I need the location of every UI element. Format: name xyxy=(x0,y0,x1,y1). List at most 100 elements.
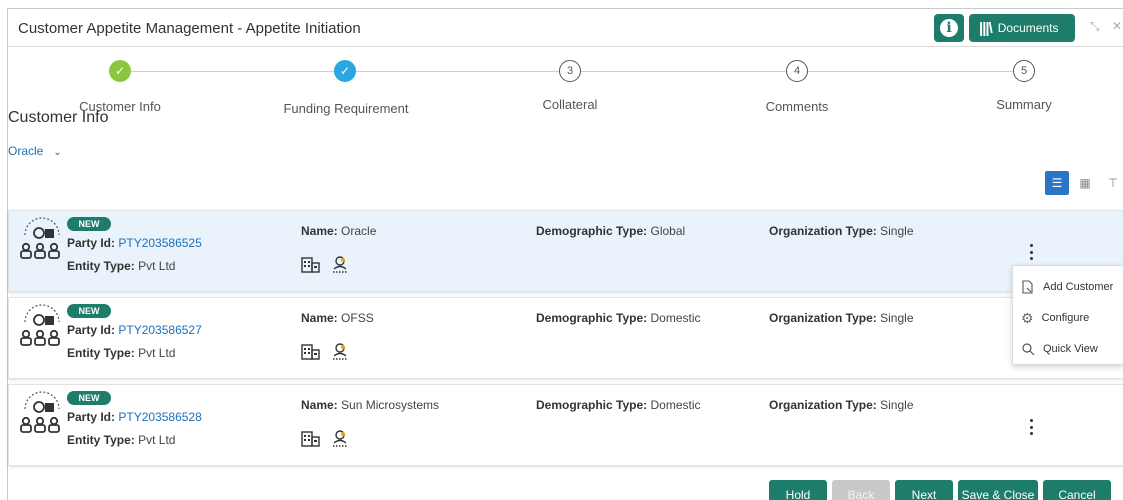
step-node-funding-requirement[interactable]: ✓ xyxy=(334,60,356,82)
party-id-label: Party Id: xyxy=(67,410,116,424)
name-value: Sun Microsystems xyxy=(341,398,440,412)
party-id-label: Party Id: xyxy=(67,323,116,337)
organization-type-label: Organization Type: xyxy=(769,398,877,412)
grid-view-icon[interactable]: ▦ xyxy=(1073,171,1097,195)
customer-card[interactable]: NEW Party Id: PTY203586525 Entity Type: … xyxy=(8,210,1123,292)
building-icon[interactable] xyxy=(301,255,321,273)
demographic-type-field: Demographic Type: Domestic xyxy=(536,398,701,412)
entity-type-label: Entity Type: xyxy=(67,433,135,447)
close-icon[interactable]: ✕ xyxy=(1112,19,1122,33)
name-field: Name: Oracle xyxy=(301,224,376,238)
demographic-type-field: Demographic Type: Global xyxy=(536,224,685,238)
demographic-type-value: Global xyxy=(650,224,686,238)
menu-item-quick-view[interactable]: Quick View xyxy=(1013,334,1123,364)
party-id-link[interactable]: PTY203586527 xyxy=(118,323,201,337)
menu-item-label: Quick View xyxy=(1043,343,1098,355)
menu-item-add-customer[interactable]: Add Customer xyxy=(1013,272,1123,302)
entity-type-value: Pvt Ltd xyxy=(138,346,176,360)
more-options-icon[interactable] xyxy=(1028,244,1034,260)
customer-group-icon xyxy=(20,217,60,259)
organization-type-value: Single xyxy=(880,311,914,325)
party-id-link[interactable]: PTY203586525 xyxy=(118,236,201,250)
organization-type-field: Organization Type: Single xyxy=(769,398,914,412)
search-icon xyxy=(1022,343,1035,356)
customer-card[interactable]: NEW Party Id: PTY203586528 Entity Type: … xyxy=(8,384,1123,466)
new-badge: NEW xyxy=(67,391,111,405)
name-label: Name: xyxy=(301,224,338,238)
organization-type-value: Single xyxy=(880,224,914,238)
entity-type-value: Pvt Ltd xyxy=(138,433,176,447)
step-node-collateral[interactable]: 3 xyxy=(559,60,581,82)
organization-dropdown[interactable]: Oracle ⌄ xyxy=(8,144,62,158)
demographic-type-label: Demographic Type: xyxy=(536,311,648,325)
more-options-icon[interactable] xyxy=(1028,419,1034,435)
organization-type-field: Organization Type: Single xyxy=(769,224,914,238)
progress-stepper: ✓ ✓ 3 4 5 Customer Info Funding Requirem… xyxy=(8,47,1123,117)
organization-type-label: Organization Type: xyxy=(769,224,877,238)
customer-card[interactable]: NEW Party Id: PTY203586527 Entity Type: … xyxy=(8,297,1123,379)
step-connector xyxy=(581,71,786,72)
step-connector xyxy=(131,71,334,72)
card-actions xyxy=(301,342,349,360)
cancel-button[interactable]: Cancel xyxy=(1043,480,1111,500)
step-label-funding-requirement[interactable]: Funding Requirement xyxy=(266,101,426,116)
footer-actions: Hold Back Next Save & Close Cancel xyxy=(8,471,1123,500)
demographic-type-value: Domestic xyxy=(650,311,701,325)
organization-value: Oracle xyxy=(8,144,44,158)
section-title: Customer Info xyxy=(8,109,109,126)
name-label: Name: xyxy=(301,311,338,325)
entity-type-field: Entity Type: Pvt Ltd xyxy=(67,259,175,273)
minimize-icon[interactable]: ⤡ xyxy=(1090,19,1100,34)
name-value: OFSS xyxy=(341,311,374,325)
menu-item-configure[interactable]: ⚙ Configure xyxy=(1013,303,1123,333)
party-id-field: Party Id: PTY203586527 xyxy=(67,323,202,337)
demographic-type-label: Demographic Type: xyxy=(536,224,648,238)
entity-type-label: Entity Type: xyxy=(67,259,135,273)
organization-type-field: Organization Type: Single xyxy=(769,311,914,325)
entity-type-field: Entity Type: Pvt Ltd xyxy=(67,346,175,360)
next-button[interactable]: Next xyxy=(895,480,953,500)
name-field: Name: OFSS xyxy=(301,311,374,325)
title-bar: Customer Appetite Management - Appetite … xyxy=(8,9,1123,47)
party-id-label: Party Id: xyxy=(67,236,116,250)
card-actions xyxy=(301,255,349,273)
add-document-icon xyxy=(1022,280,1033,294)
step-label-comments[interactable]: Comments xyxy=(717,99,877,114)
documents-button[interactable]: |||\ Documents xyxy=(969,14,1075,42)
hold-button[interactable]: Hold xyxy=(769,480,827,500)
step-connector xyxy=(808,71,1013,72)
card-context-menu: Add Customer ⚙ Configure Quick View xyxy=(1012,265,1123,365)
step-label-summary[interactable]: Summary xyxy=(944,97,1104,112)
step-node-comments[interactable]: 4 xyxy=(786,60,808,82)
appetite-initiation-window: Customer Appetite Management - Appetite … xyxy=(7,8,1123,500)
info-button[interactable]: i xyxy=(934,14,964,42)
user-rating-icon[interactable] xyxy=(331,429,349,447)
customer-group-icon xyxy=(20,391,60,433)
party-id-link[interactable]: PTY203586528 xyxy=(118,410,201,424)
organization-type-label: Organization Type: xyxy=(769,311,877,325)
save-close-button[interactable]: Save & Close xyxy=(958,480,1038,500)
tree-view-icon[interactable]: ⊤ xyxy=(1101,171,1123,195)
new-badge: NEW xyxy=(67,304,111,318)
name-field: Name: Sun Microsystems xyxy=(301,398,439,412)
step-node-customer-info[interactable]: ✓ xyxy=(109,60,131,82)
card-actions xyxy=(301,429,349,447)
building-icon[interactable] xyxy=(301,342,321,360)
user-rating-icon[interactable] xyxy=(331,342,349,360)
step-connector xyxy=(356,71,559,72)
demographic-type-label: Demographic Type: xyxy=(536,398,648,412)
back-button[interactable]: Back xyxy=(832,480,890,500)
step-node-summary[interactable]: 5 xyxy=(1013,60,1035,82)
menu-item-label: Configure xyxy=(1041,312,1090,324)
building-icon[interactable] xyxy=(301,429,321,447)
menu-item-label: Add Customer xyxy=(1043,281,1114,293)
party-id-field: Party Id: PTY203586525 xyxy=(67,236,202,250)
entity-type-label: Entity Type: xyxy=(67,346,135,360)
entity-type-field: Entity Type: Pvt Ltd xyxy=(67,433,175,447)
list-view-icon[interactable]: ☰ xyxy=(1045,171,1069,195)
party-id-field: Party Id: PTY203586528 xyxy=(67,410,202,424)
name-value: Oracle xyxy=(341,224,377,238)
user-rating-icon[interactable] xyxy=(331,255,349,273)
library-icon: |||\ xyxy=(979,19,993,37)
step-label-collateral[interactable]: Collateral xyxy=(490,97,650,112)
